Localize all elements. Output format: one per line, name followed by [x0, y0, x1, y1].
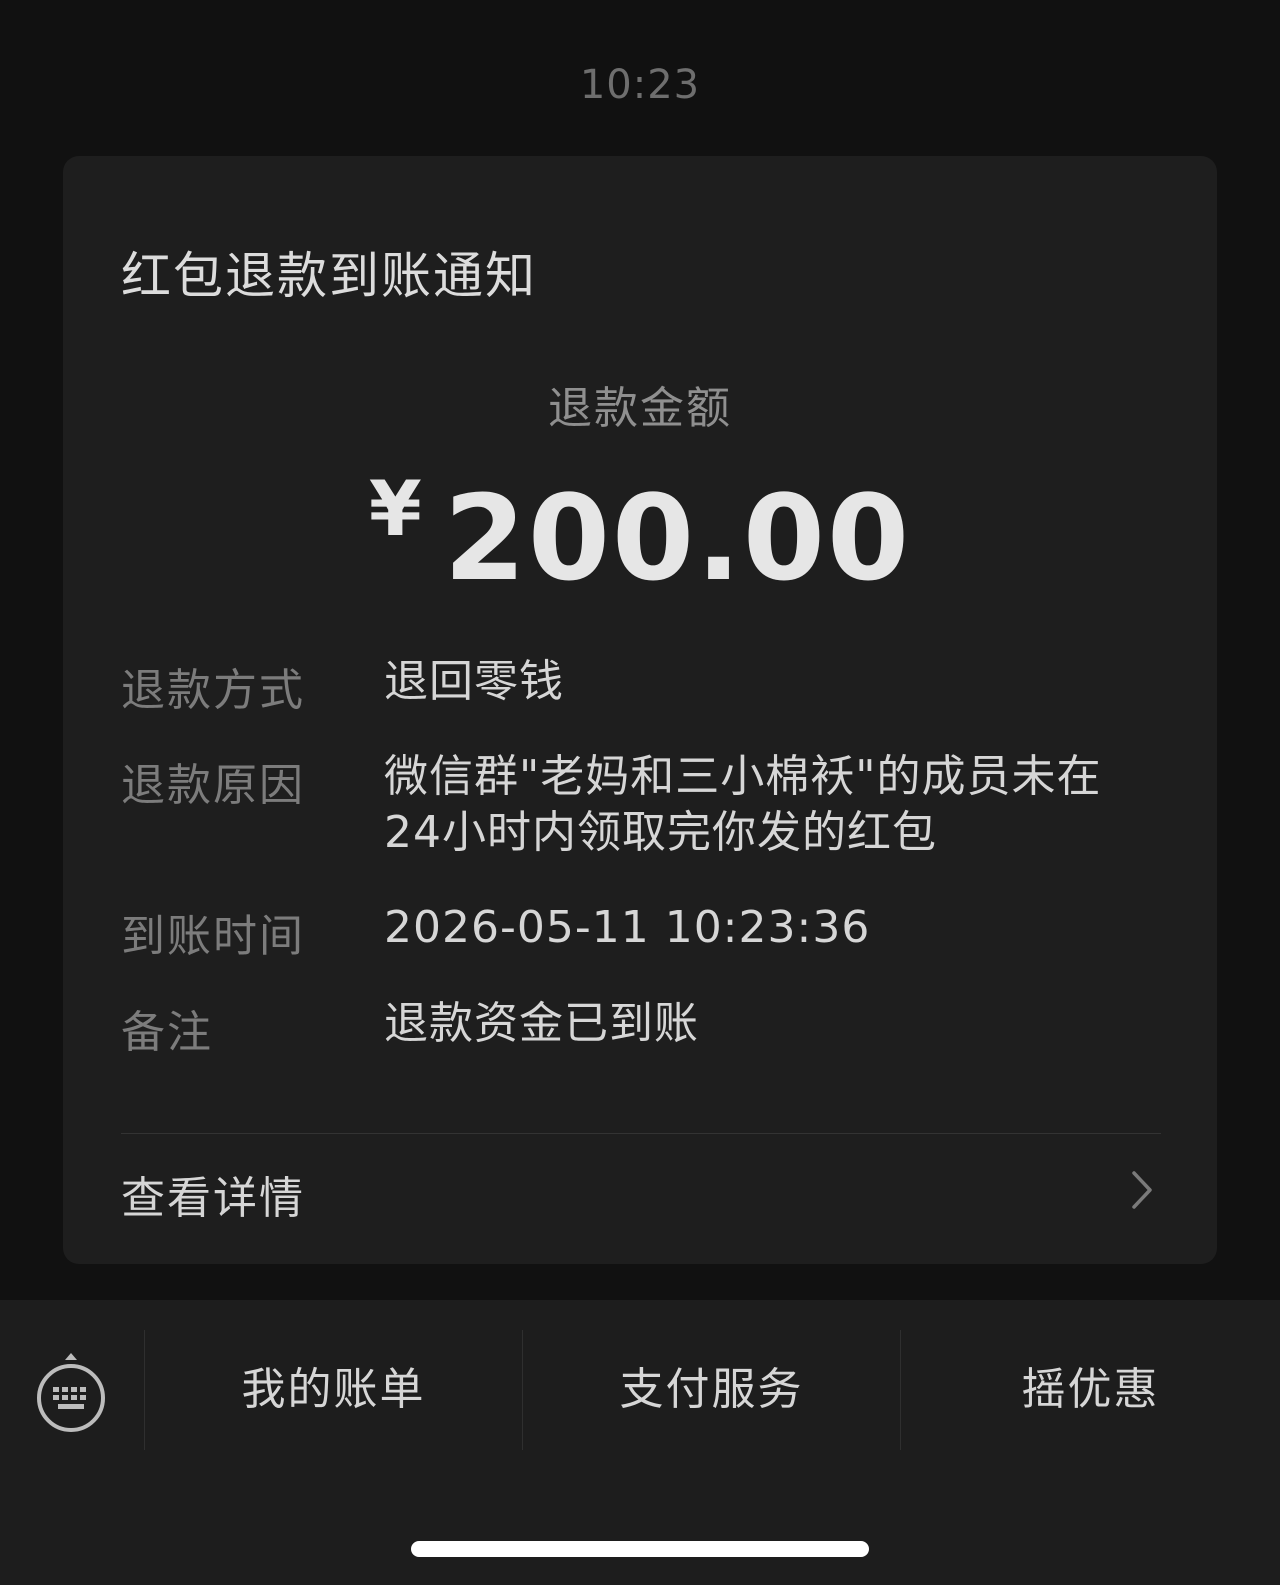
menu-shake-deals[interactable]: 摇优惠 [901, 1355, 1280, 1425]
menu-my-bills[interactable]: 我的账单 [145, 1355, 522, 1425]
remark-label: 备注 [121, 1007, 213, 1058]
chat-timestamp: 10:23 [579, 62, 701, 108]
refund-method-value: 退回零钱 [384, 656, 564, 707]
arrival-time-label: 到账时间 [121, 911, 305, 962]
chevron-right-icon [1132, 1171, 1152, 1209]
view-details-link[interactable]: 查看详情 [121, 1156, 1161, 1224]
card-title: 红包退款到账通知 [121, 247, 537, 305]
arrival-time-value: 2026-05-11 10:23:36 [384, 902, 871, 953]
card-divider [121, 1133, 1161, 1134]
menu-payment-services[interactable]: 支付服务 [523, 1355, 900, 1425]
refund-notification-card[interactable]: 红包退款到账通知 退款金额 ¥200.00 退款方式 退回零钱 退款原因 微信群… [63, 156, 1217, 1264]
amount-label: 退款金额 [548, 383, 732, 434]
keyboard-toggle-icon [37, 1353, 105, 1432]
view-details-label: 查看详情 [121, 1173, 305, 1224]
refund-reason-label: 退款原因 [121, 760, 305, 811]
home-indicator[interactable] [411, 1541, 869, 1557]
refund-reason-value: 微信群"老妈和三小棉袄"的成员未在 24小时内领取完你发的红包 [384, 751, 1102, 858]
currency-symbol: ¥ [368, 464, 422, 553]
amount-value: 200.00 [443, 469, 912, 607]
refund-method-label: 退款方式 [121, 665, 305, 716]
keyboard-toggle-button[interactable] [34, 1350, 108, 1434]
remark-value: 退款资金已到账 [384, 998, 699, 1049]
amount-display: ¥200.00 [63, 464, 1217, 607]
